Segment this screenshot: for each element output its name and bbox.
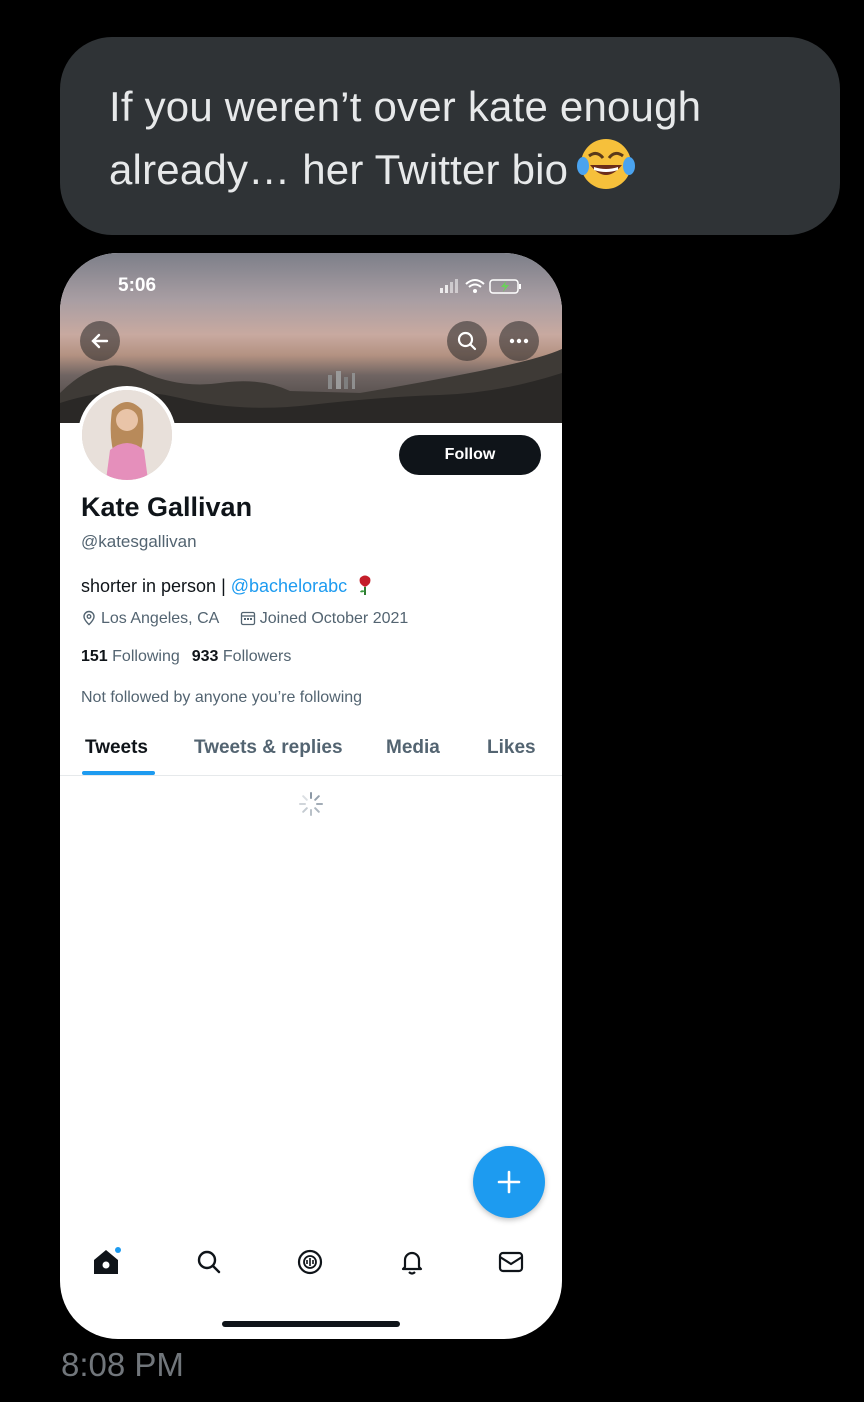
search-icon <box>457 331 477 351</box>
following-link[interactable]: 151 Following <box>81 648 180 665</box>
message-line-2-text: already… her Twitter bio <box>109 146 569 193</box>
message-line-1: If you weren’t over kate enough <box>109 83 702 130</box>
arrow-left-icon <box>91 333 109 349</box>
profile-tabs: Tweets Tweets & replies Media Likes <box>60 723 562 776</box>
bio-mention-link[interactable]: @bachelorabc <box>231 576 347 596</box>
followers-label: Followers <box>222 648 292 665</box>
profile-stats: 151 Following 933 Followers <box>81 648 291 666</box>
not-followed-notice: Not followed by anyone you’re following <box>81 689 363 706</box>
message-timestamp: 8:08 PM <box>61 1346 184 1383</box>
tab-tweets[interactable]: Tweets <box>85 737 148 759</box>
bio-text: shorter in person | <box>81 576 231 596</box>
plus-icon <box>497 1170 521 1194</box>
message-bubble: If you weren’t over kate enough already…… <box>60 37 840 235</box>
status-bar-icons <box>432 277 532 300</box>
loading-spinner-icon <box>299 792 323 816</box>
profile-location: Los Angeles, CA <box>81 610 219 628</box>
phone-screenshot: 5:06 Follow Kate Gallivan @katesgallivan… <box>60 253 562 1339</box>
profile-handle: @katesgallivan <box>81 532 197 551</box>
active-tab-indicator <box>82 771 155 775</box>
status-bar-time: 5:06 <box>118 275 157 296</box>
home-indicator <box>222 1321 400 1327</box>
home-icon[interactable] <box>89 1245 123 1279</box>
tab-likes[interactable]: Likes <box>487 737 536 759</box>
followers-link[interactable]: 933 Followers <box>192 648 292 665</box>
spaces-icon[interactable] <box>293 1245 327 1279</box>
following-count: 151 <box>81 648 108 665</box>
back-button[interactable] <box>80 321 120 361</box>
followers-count: 933 <box>191 648 219 665</box>
profile-name: Kate Gallivan <box>81 492 253 522</box>
compose-tweet-button[interactable] <box>473 1146 545 1218</box>
rose-icon <box>359 575 371 595</box>
messages-icon[interactable] <box>494 1245 528 1279</box>
location-text: Los Angeles, CA <box>101 610 220 627</box>
tab-tweets-and-replies[interactable]: Tweets & replies <box>194 737 343 759</box>
search-button[interactable] <box>447 321 487 361</box>
face-with-tears-of-joy-icon <box>577 139 636 189</box>
profile-bio: shorter in person | @bachelorabc <box>81 574 374 597</box>
message-line-2: already… her Twitter bio <box>109 136 792 199</box>
notifications-icon[interactable] <box>395 1245 429 1279</box>
search-icon[interactable] <box>192 1245 226 1279</box>
location-pin-icon <box>83 610 95 626</box>
joined-text: Joined October 2021 <box>259 610 409 627</box>
follow-button[interactable]: Follow <box>399 435 541 475</box>
bottom-navigation <box>60 1235 562 1295</box>
profile-joined: Joined October 2021 <box>240 610 409 628</box>
profile-meta: Los Angeles, CA Joined October 2021 <box>81 610 424 628</box>
following-label: Following <box>112 648 180 665</box>
avatar[interactable] <box>78 386 176 484</box>
tab-media[interactable]: Media <box>386 737 440 759</box>
more-icon <box>509 338 529 344</box>
calendar-icon <box>240 611 255 626</box>
more-options-button[interactable] <box>499 321 539 361</box>
